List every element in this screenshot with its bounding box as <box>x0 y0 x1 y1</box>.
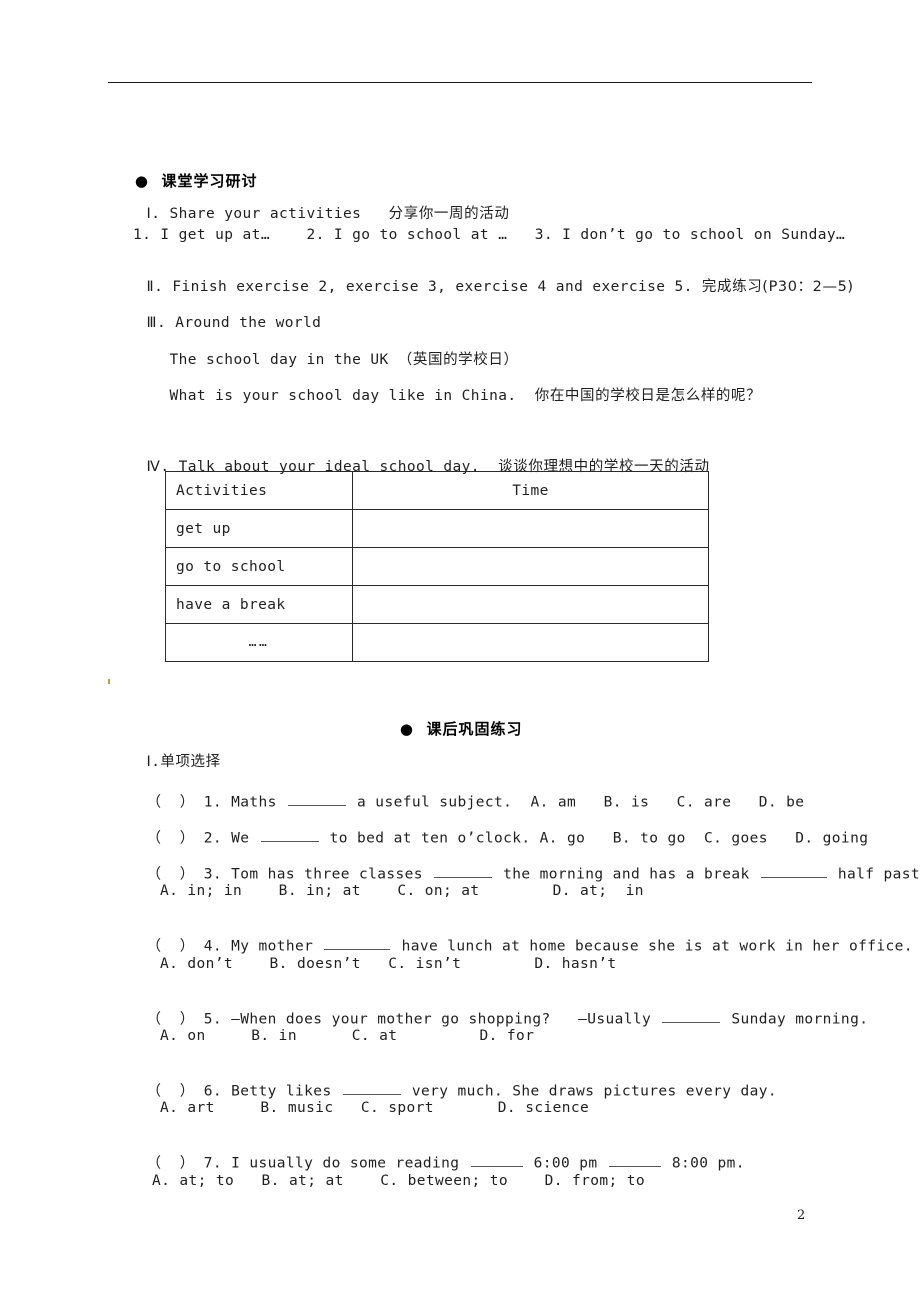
time-cell[interactable] <box>352 585 709 624</box>
uk-school-day-english: The school day in the UK <box>169 351 398 368</box>
question-stem-mid: 6:00 pm <box>524 1155 607 1172</box>
activity-cell: get up <box>165 509 353 548</box>
question-number: 2. <box>203 830 222 847</box>
question-stem-after: to bed at ten o’clock. <box>320 830 540 847</box>
china-school-day-chinese: 你在中国的学校日是怎么样的呢？ <box>534 387 762 404</box>
item-1-english: Share your activities <box>169 205 362 222</box>
roman-numeral-4: Ⅳ <box>146 458 161 475</box>
question-stem-after: half past seven. <box>837 866 920 883</box>
question-number: 6. <box>203 1083 222 1100</box>
item-2-chinese: 完成练习(P30：2—5) <box>701 278 854 295</box>
activity-cell-ellipsis: …… <box>165 623 353 662</box>
header-rule <box>108 82 812 83</box>
bullet-icon: ● <box>399 720 414 738</box>
answer-blank[interactable] <box>760 864 827 879</box>
part-1-chinese: 单项选择 <box>160 753 221 770</box>
question-stem-mid: the morning and has a break <box>494 866 759 883</box>
item-3-english: Around the world <box>175 314 322 331</box>
homework-heading-text: 课后巩固练习 <box>426 720 523 738</box>
question-stem-before: Betty likes <box>231 1083 341 1100</box>
question-stem-before: My mother <box>231 938 323 955</box>
numeral-dot: . <box>151 753 161 770</box>
answer-blank[interactable] <box>287 792 346 807</box>
question-3-options[interactable]: A. in; in B. in; at C. on; at D. at; in <box>160 883 644 900</box>
classwork-item-1-examples: 1. I get up at… 2. I go to school at … 3… <box>133 227 846 243</box>
answer-bracket[interactable]: （ ） <box>147 830 195 846</box>
answer-blank[interactable] <box>434 864 492 879</box>
table-header-time: Time <box>352 471 709 510</box>
question-7-options[interactable]: A. at; to B. at; at C. between; to D. fr… <box>152 1173 645 1190</box>
question-number: 3. <box>203 866 222 883</box>
homework-section-heading: ● 课后巩固练习 <box>375 700 522 757</box>
answer-bracket[interactable]: （ ） <box>147 1155 195 1171</box>
classwork-item-3-sub-2: What is your school day like in China. 你… <box>133 373 761 421</box>
question-stem-after: have lunch at home because she is at wor… <box>392 938 913 955</box>
question-stem-after: a useful subject. <box>347 794 531 811</box>
question-stem-after: Sunday morning. <box>722 1011 869 1028</box>
question-number: 5. <box>203 1011 222 1028</box>
time-cell[interactable] <box>352 623 709 662</box>
ideal-school-day-table: Activities Time get up go to school have… <box>165 471 709 662</box>
classwork-heading-text: 课堂学习研讨 <box>161 172 258 190</box>
question-number: 1. <box>203 794 222 811</box>
answer-blank[interactable] <box>662 1009 721 1024</box>
answer-blank[interactable] <box>342 1081 401 1096</box>
activity-cell: have a break <box>165 585 353 624</box>
answer-bracket[interactable]: （ ） <box>147 1011 195 1027</box>
question-5-options[interactable]: A. on B. in C. at D. for <box>160 1028 534 1045</box>
answer-bracket[interactable]: （ ） <box>147 794 195 810</box>
item-1-chinese: 分享你一周的活动 <box>388 205 510 222</box>
answer-blank[interactable] <box>608 1153 661 1168</box>
roman-numeral-2: Ⅱ <box>146 278 155 295</box>
table-row: go to school <box>165 547 709 586</box>
answer-blank[interactable] <box>260 828 319 843</box>
question-stem-before: —When does your mother go shopping? —Usu… <box>231 1011 661 1028</box>
answer-bracket[interactable]: （ ） <box>147 866 195 882</box>
question-stem-before: I usually do some reading <box>231 1155 469 1172</box>
question-stem-before: We <box>231 830 259 847</box>
question-4-options[interactable]: A. don’t B. doesn’t C. isn’t D. hasn’t <box>160 956 617 973</box>
roman-numeral-3: Ⅲ <box>146 314 157 331</box>
activity-cell: go to school <box>165 547 353 586</box>
table-row: get up <box>165 509 709 548</box>
table-row: have a break <box>165 585 709 624</box>
question-6-options[interactable]: A. art B. music C. sport D. science <box>160 1100 589 1117</box>
document-page: ● 课堂学习研讨 Ⅰ. Share your activities 分享你一周的… <box>0 0 920 1302</box>
question-stem-after: 8:00 pm. <box>662 1155 745 1172</box>
page-number: 2 <box>797 1208 806 1223</box>
question-stem-before: Maths <box>231 794 286 811</box>
time-cell[interactable] <box>352 509 709 548</box>
numeral-dot: . <box>154 278 164 295</box>
china-school-day-english: What is your school day like in China. <box>169 387 535 404</box>
table-header-activities: Activities <box>165 471 353 510</box>
stray-ink-mark <box>108 679 110 684</box>
answer-bracket[interactable]: （ ） <box>147 1083 195 1099</box>
answer-blank[interactable] <box>470 1153 523 1168</box>
numeral-dot: . <box>156 314 167 331</box>
answer-bracket[interactable]: （ ） <box>147 938 195 954</box>
question-options[interactable]: A. am B. is C. are D. be <box>531 794 805 810</box>
table-header-row: Activities Time <box>165 471 709 510</box>
answer-blank[interactable] <box>324 936 391 951</box>
question-stem-before: Tom has three classes <box>231 866 432 883</box>
time-cell[interactable] <box>352 547 709 586</box>
question-number: 4. <box>203 938 222 955</box>
question-stem-after: very much. She draws pictures every day. <box>402 1083 778 1100</box>
numeral-dot: . <box>151 205 161 222</box>
question-options[interactable]: A. go B. to go C. goes D. going <box>540 830 869 846</box>
uk-school-day-chinese: （英国的学校日） <box>397 351 519 368</box>
question-number: 7. <box>203 1155 222 1172</box>
bullet-icon: ● <box>134 172 149 190</box>
item-2-english: Finish exercise 2, exercise 3, exercise … <box>172 278 693 295</box>
table-row: …… <box>165 623 709 662</box>
